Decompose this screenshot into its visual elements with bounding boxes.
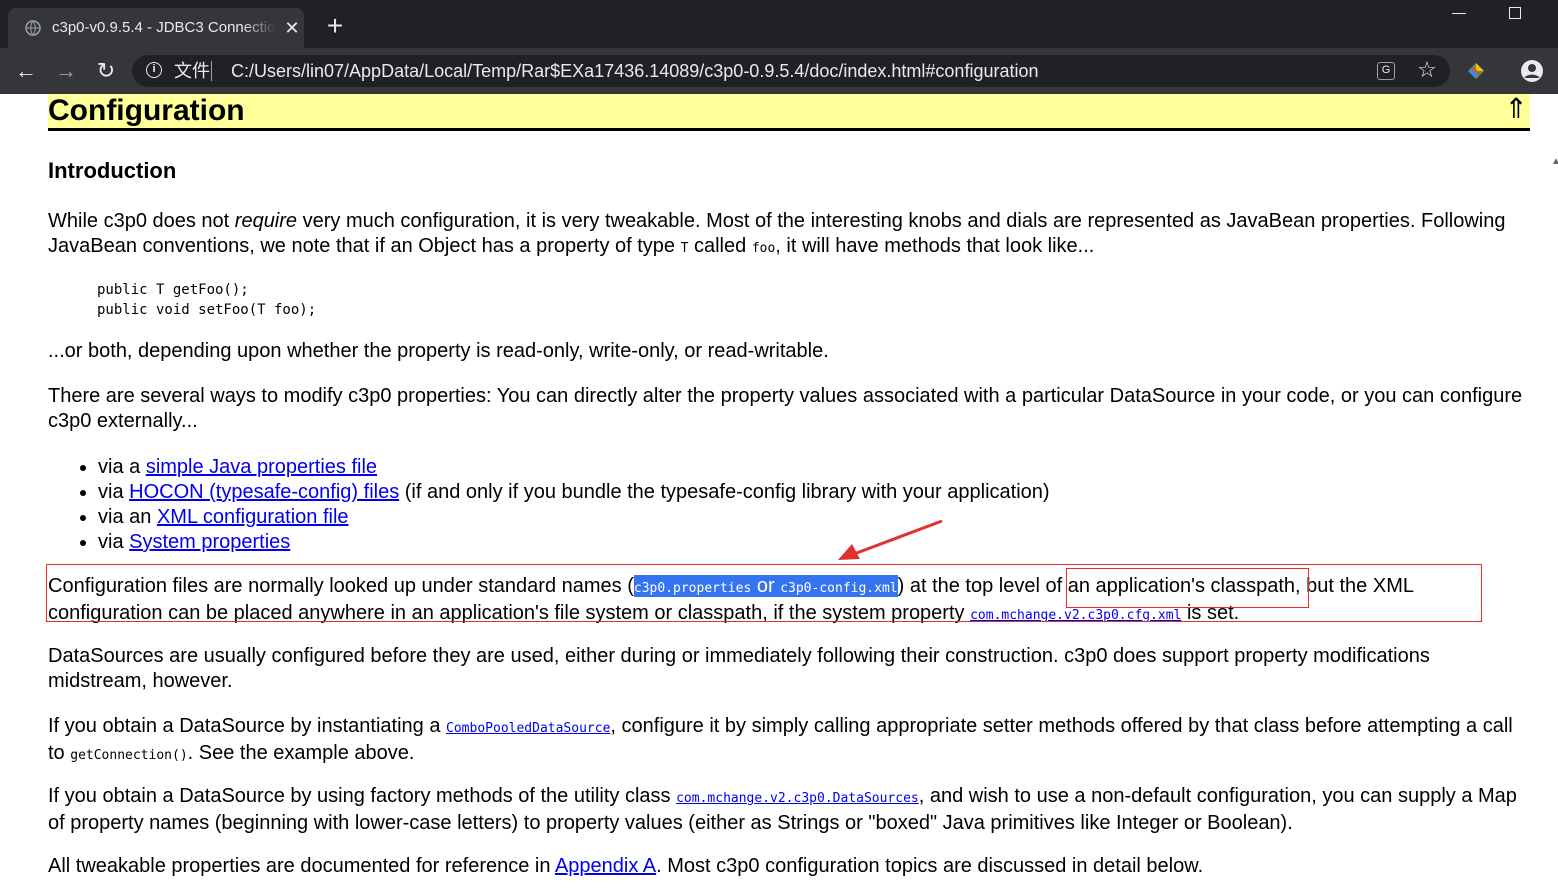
back-button[interactable]: ← [12,58,40,84]
intro-paragraph: While c3p0 does not require very much co… [48,209,1526,261]
text: called [688,235,752,257]
site-info-icon[interactable]: i [146,62,162,78]
omnibox-divider [211,61,212,81]
text: If you obtain a DataSource by instantiat… [48,715,447,737]
link-hocon-files[interactable]: HOCON (typesafe-config) files [129,481,399,503]
minimize-icon [1452,13,1466,14]
inline-code: getConnection() [70,748,188,763]
back-to-top-icon[interactable]: ⇑ [1505,94,1528,126]
browser-tab[interactable]: c3p0-v0.9.5.4 - JDBC3 Connection and Sta… [8,8,304,48]
scroll-marker-icon: ▲ [1551,156,1558,167]
translate-icon[interactable]: G [1377,62,1395,80]
emphasis: require [234,210,298,232]
code-block: public T getFoo(); public void setFoo(T … [97,280,316,320]
bookmark-star-icon[interactable]: ☆ [1415,58,1439,82]
scheme-label: 文件 [174,61,210,81]
list-item: via HOCON (typesafe-config) files (if an… [98,480,1050,505]
annotation-box-classpath [1066,568,1309,608]
paragraph: If you obtain a DataSource by using fact… [48,784,1526,836]
maximize-icon [1509,7,1521,19]
text: via a [98,456,146,478]
browser-toolbar: ← → ↻ i 文件 C:/Users/lin07/AppData/Local/… [0,48,1558,94]
text: . Most c3p0 configuration topics are dis… [656,855,1204,877]
text: While c3p0 does not [48,210,235,232]
text: via an [98,506,157,528]
extension-icon[interactable] [1466,61,1486,81]
paragraph: ...or both, depending upon whether the p… [48,340,829,362]
link-properties-file[interactable]: simple Java properties file [146,456,377,478]
code-line: public T getFoo(); [97,282,249,298]
section-title: Configuration [48,94,245,127]
link-appendix-a[interactable]: Appendix A [555,855,656,877]
text: If you obtain a DataSource by using fact… [48,785,677,807]
link-combopooleddatasource[interactable]: ComboPooledDataSource [446,721,610,736]
text: , it will have methods that look like... [775,235,1095,257]
link-system-properties[interactable]: System properties [129,531,290,553]
paragraph: If you obtain a DataSource by instantiat… [48,714,1526,768]
text: via [98,531,130,553]
inline-code: foo [751,241,776,256]
text: . See the example above. [187,742,415,764]
globe-icon [25,20,41,36]
tab-strip: c3p0-v0.9.5.4 - JDBC3 Connection and Sta… [0,0,1558,48]
new-tab-button[interactable]: + [322,12,348,40]
link-datasources-class[interactable]: com.mchange.v2.c3p0.DataSources [676,791,919,806]
list-item: via a simple Java properties file [98,455,1050,480]
paragraph: There are several ways to modify c3p0 pr… [48,385,1523,432]
annotation-arrow-icon [838,519,943,560]
code-line: public void setFoo(T foo); [97,302,317,318]
text: All tweakable properties are documented … [48,855,555,877]
maximize-button[interactable] [1502,4,1528,24]
section-header: Configuration ⇑ [48,94,1530,131]
paragraph: DataSources are usually configured befor… [48,645,1430,692]
tab-title: c3p0-v0.9.5.4 - JDBC3 Connection and Sta… [52,19,276,36]
paragraph: All tweakable properties are documented … [48,854,1526,879]
tab-close-icon[interactable]: ✕ [282,18,302,38]
text: (if and only if you bundle the typesafe-… [399,481,1050,503]
reload-button[interactable]: ↻ [92,58,120,84]
url-text[interactable]: C:/Users/lin07/AppData/Local/Temp/Rar$EX… [231,60,1039,82]
profile-avatar-icon[interactable] [1520,59,1544,83]
link-xml-config-file[interactable]: XML configuration file [157,506,349,528]
intro-heading: Introduction [48,158,177,183]
forward-button[interactable]: → [52,58,80,84]
address-bar[interactable]: i 文件 C:/Users/lin07/AppData/Local/Temp/R… [132,55,1450,87]
page-content: Configuration ⇑ ▲ Introduction While c3p… [0,94,1558,891]
minimize-button[interactable] [1446,4,1472,24]
text: via [98,481,130,503]
